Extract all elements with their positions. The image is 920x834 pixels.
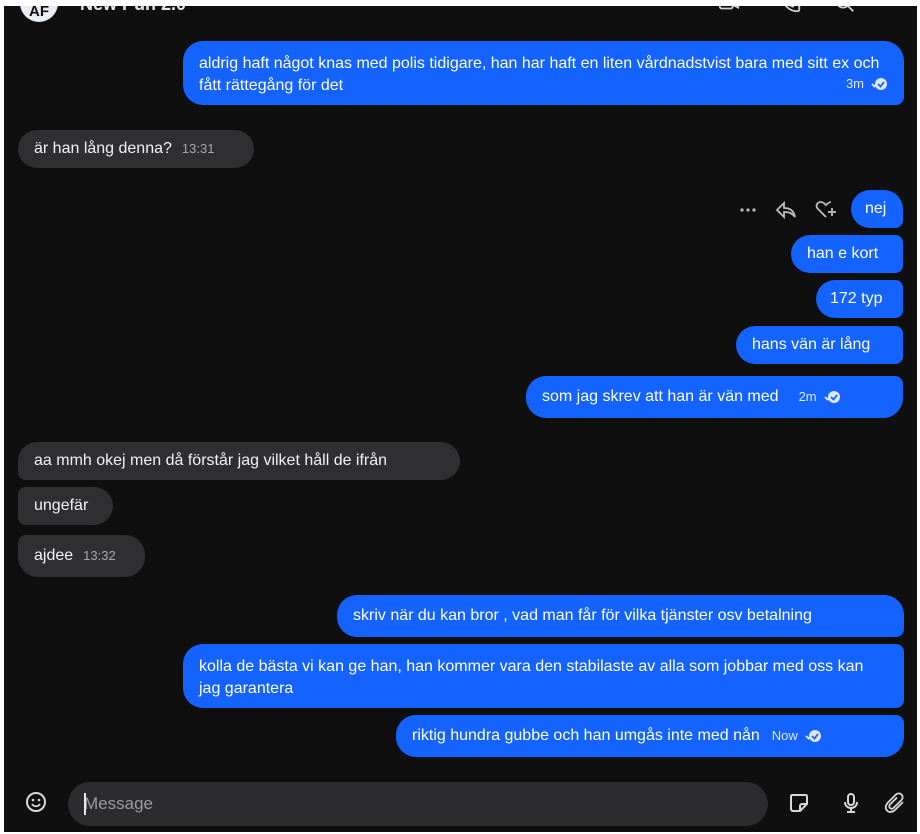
message-text: kolla de bästa vi kan ge han, han kommer… xyxy=(199,658,864,697)
chat-header: AF New Pun 2.0 xyxy=(4,6,917,28)
emoji-icon[interactable] xyxy=(24,790,48,814)
message-composer xyxy=(4,774,917,832)
message-bubble-outgoing[interactable]: skriv när du kan bror , vad man får för … xyxy=(337,595,904,637)
message-time: 2m xyxy=(798,389,817,404)
search-icon[interactable] xyxy=(834,6,856,14)
message-text: ajdee xyxy=(34,547,74,564)
message-bubble-outgoing[interactable]: 172 typ xyxy=(816,280,903,318)
phone-call-icon[interactable] xyxy=(780,6,802,14)
message-text: är han lång denna? xyxy=(34,140,172,157)
message-text: nej xyxy=(865,200,887,217)
message-text: aa mmh okej men då förstår jag vilket hå… xyxy=(34,452,388,469)
message-input[interactable] xyxy=(68,782,768,826)
message-time: 13:32 xyxy=(83,548,116,563)
message-time: Now xyxy=(771,728,798,743)
message-bubble-outgoing[interactable]: aldrig haft något knas med polis tidigar… xyxy=(183,41,904,105)
chat-window: AF New Pun 2.0 aldrig haft något knas me… xyxy=(4,6,917,832)
message-bubble-incoming[interactable]: ajdee 13:32 xyxy=(18,535,145,577)
message-bubble-outgoing[interactable]: riktig hundra gubbe och han umgås inte m… xyxy=(396,715,904,757)
message-time: 13:31 xyxy=(181,141,215,156)
more-options-icon[interactable] xyxy=(739,207,757,213)
avatar[interactable]: AF xyxy=(20,6,58,22)
message-text: ungefär xyxy=(34,497,89,514)
react-heart-icon[interactable] xyxy=(815,200,837,220)
chat-title[interactable]: New Pun 2.0 xyxy=(80,6,186,15)
message-meta: 3m xyxy=(846,73,888,95)
message-bubble-outgoing[interactable]: nej xyxy=(851,190,903,228)
message-bubble-outgoing[interactable]: han e kort xyxy=(791,235,903,273)
message-text: riktig hundra gubbe och han umgås inte m… xyxy=(412,727,760,744)
reply-icon[interactable] xyxy=(775,200,797,220)
microphone-icon[interactable] xyxy=(839,791,863,815)
sticker-icon[interactable] xyxy=(787,791,811,815)
text-cursor xyxy=(84,793,86,815)
message-time: 3m xyxy=(845,76,864,91)
message-text: aldrig haft något knas med polis tidigar… xyxy=(199,55,880,94)
message-bubble-outgoing[interactable]: som jag skrev att han är vän med 2m xyxy=(526,376,903,418)
read-receipt-icon xyxy=(871,78,887,90)
message-meta: 2m xyxy=(799,386,841,408)
message-meta: Now xyxy=(772,725,822,747)
message-bubble-incoming[interactable]: aa mmh okej men då förstår jag vilket hå… xyxy=(18,442,460,480)
message-text: han e kort xyxy=(807,245,879,262)
message-bubble-incoming[interactable]: är han lång denna? 13:31 xyxy=(18,130,254,168)
message-text: skriv när du kan bror , vad man får för … xyxy=(353,607,812,624)
message-bubble-outgoing[interactable]: hans vän är lång xyxy=(736,326,903,364)
message-text: hans vän är lång xyxy=(752,336,871,353)
read-receipt-icon xyxy=(805,730,821,742)
attachment-icon[interactable] xyxy=(883,791,907,815)
message-bubble-outgoing[interactable]: kolla de bästa vi kan ge han, han kommer… xyxy=(183,644,904,708)
message-bubble-incoming[interactable]: ungefär xyxy=(18,487,113,525)
read-receipt-icon xyxy=(823,391,840,403)
message-hover-actions xyxy=(739,196,837,224)
message-text: som jag skrev att han är vän med xyxy=(542,388,779,405)
message-text: 172 typ xyxy=(830,290,883,307)
video-call-icon[interactable] xyxy=(718,6,740,14)
